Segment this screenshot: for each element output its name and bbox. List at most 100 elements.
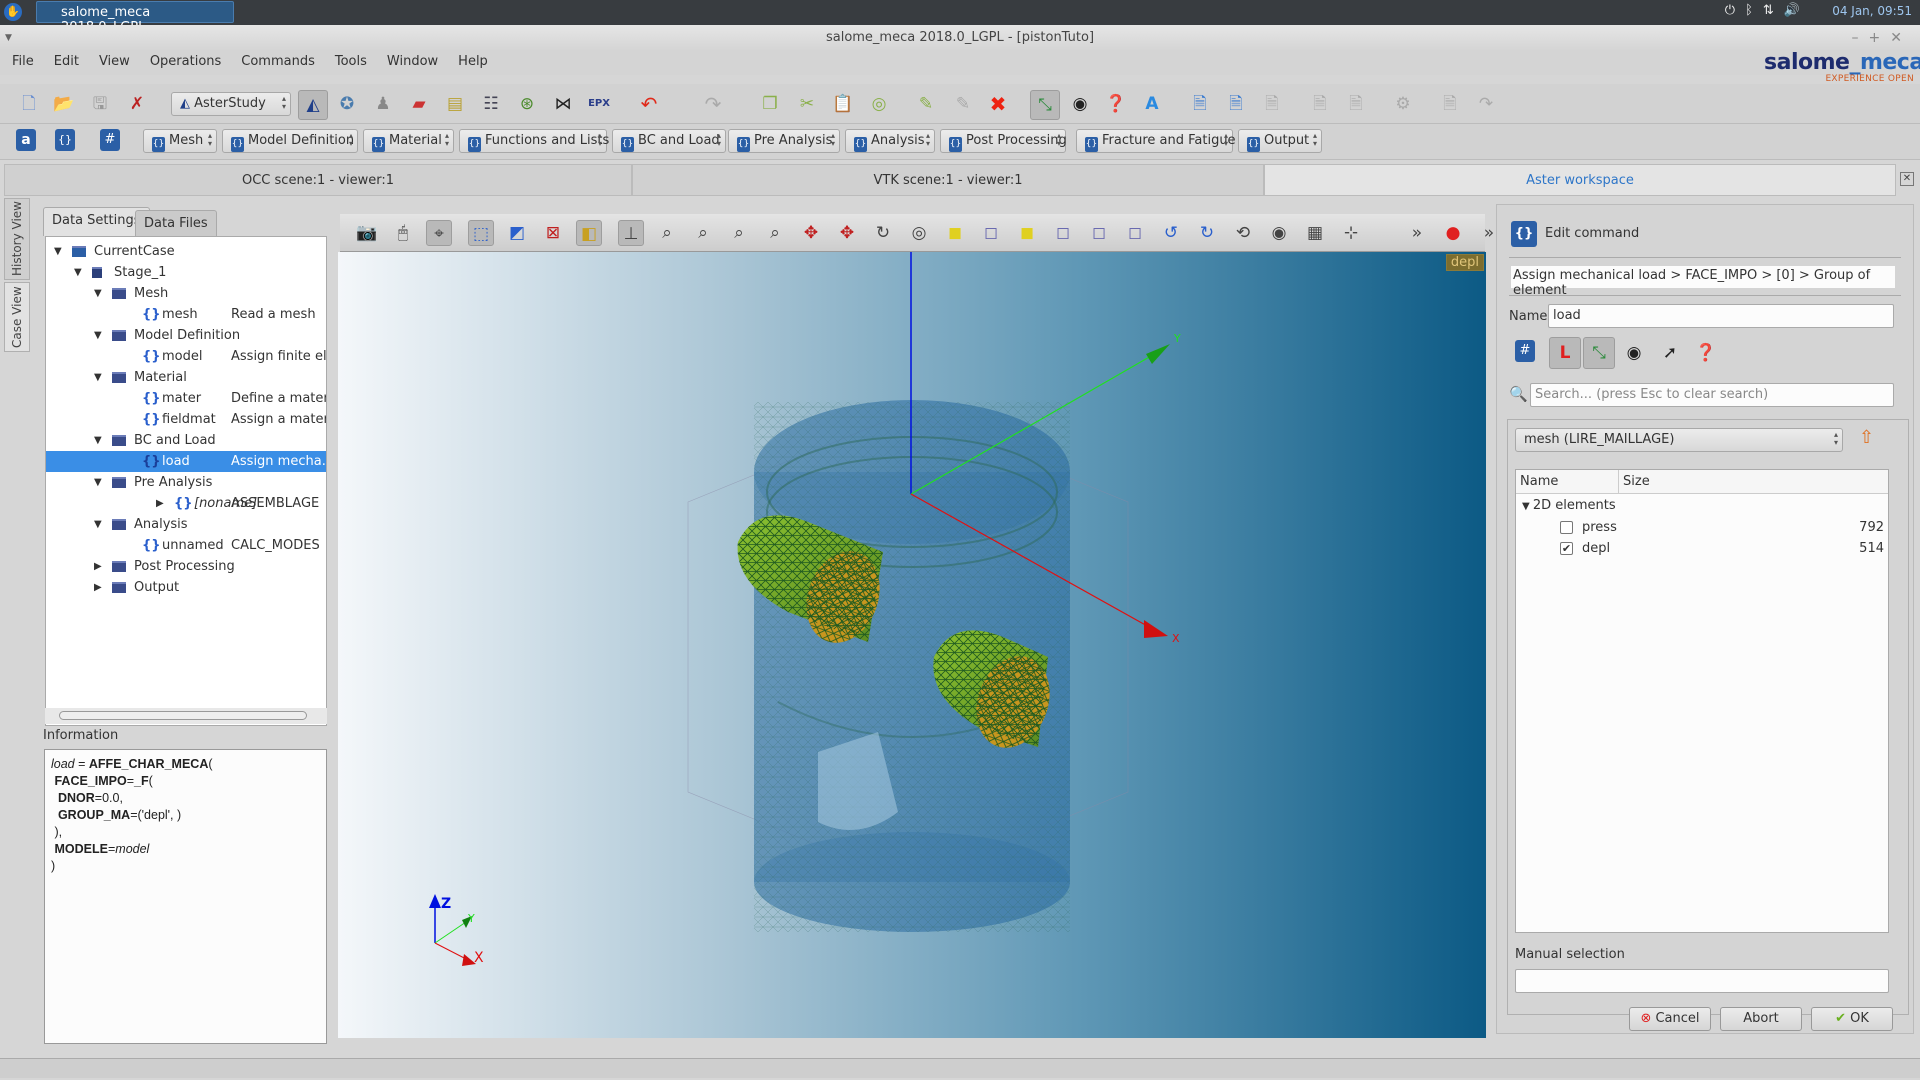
- group-checkbox-press[interactable]: [1560, 521, 1573, 534]
- volume-icon[interactable]: 🔊: [1784, 3, 1810, 18]
- highlight-icon[interactable]: ◧: [576, 220, 602, 246]
- select-rect-icon[interactable]: ⬚: [468, 220, 494, 246]
- expand-arrow-icon[interactable]: ▼: [94, 325, 102, 346]
- eye-icon[interactable]: ◉: [1067, 91, 1093, 117]
- abort-button[interactable]: Abort: [1720, 1007, 1802, 1031]
- taskbar-window-button[interactable]: salome_meca 2018.0_LGPL -...: [36, 1, 234, 35]
- rotate-cw-icon[interactable]: ↻: [1194, 220, 1220, 246]
- rotate-ccw-icon[interactable]: ↺: [1158, 220, 1184, 246]
- maximize-button[interactable]: +: [1869, 30, 1891, 46]
- eficas-icon[interactable]: ⊛: [514, 91, 540, 117]
- units-icon[interactable]: L: [1549, 337, 1581, 369]
- rename-icon[interactable]: ✎: [950, 91, 976, 117]
- run-icon[interactable]: ⚙: [1390, 91, 1416, 117]
- rotate-icon[interactable]: ↻: [870, 220, 896, 246]
- category-pre-analysis[interactable]: {} Pre Analysis ▴ ▾: [728, 129, 840, 153]
- fit-all-icon[interactable]: ⌕: [654, 220, 680, 246]
- copy-icon[interactable]: ❐: [757, 91, 783, 117]
- tab-aster-workspace[interactable]: Aster workspace: [1264, 164, 1896, 196]
- reset-view-icon[interactable]: ⟲: [1230, 220, 1256, 246]
- export-stage-icon[interactable]: 🗎: [1259, 91, 1285, 117]
- tab-occ-viewer[interactable]: OCC scene:1 - viewer:1: [4, 164, 632, 196]
- add-variable-icon[interactable]: a: [16, 129, 36, 151]
- front-view-icon[interactable]: ◼: [942, 220, 968, 246]
- tab-vtk-viewer[interactable]: VTK scene:1 - viewer:1: [632, 164, 1264, 196]
- more-icon[interactable]: »: [1404, 220, 1430, 246]
- delete-icon[interactable]: ✖: [985, 91, 1011, 117]
- epx-icon[interactable]: EPX: [586, 91, 612, 117]
- whats-this-icon[interactable]: ➚: [1657, 340, 1683, 366]
- expand-arrow-icon[interactable]: ▼: [94, 472, 102, 493]
- select-polygon-icon[interactable]: ◩: [504, 220, 530, 246]
- asterstudy-module-icon[interactable]: ◭: [298, 90, 328, 120]
- group-row[interactable]: ✔ depl 514: [1560, 540, 1884, 560]
- back-view-icon[interactable]: ◻: [978, 220, 1004, 246]
- add-comment-icon[interactable]: #: [100, 129, 120, 151]
- help-book-icon[interactable]: ❓: [1103, 91, 1129, 117]
- vtk-viewport[interactable]: Y X Z Y X depl: [338, 252, 1486, 1038]
- tree-item-material[interactable]: ▼ Material: [46, 367, 326, 388]
- import-stage-icon[interactable]: 🗎: [1223, 91, 1249, 117]
- tree-item-unnamed[interactable]: {} unnamed CALC_MODES: [46, 535, 326, 556]
- ok-button[interactable]: ✔ OK: [1811, 1007, 1893, 1031]
- category-material[interactable]: {} Material ▴ ▾: [363, 129, 454, 153]
- group-row[interactable]: press 792: [1560, 519, 1884, 539]
- category-functions-and-lists[interactable]: {} Functions and Lists ▴ ▾: [459, 129, 609, 153]
- collapse-arrow-icon[interactable]: ▶: [156, 493, 164, 514]
- case-tree[interactable]: ▼ CurrentCase ▼ Stage_1 ▼ Mesh{} mesh Read a me…: [45, 236, 327, 726]
- tree-item-stage-1[interactable]: ▼ Stage_1: [46, 262, 326, 283]
- bottom-view-icon[interactable]: ◻: [1050, 220, 1076, 246]
- column-size[interactable]: Size: [1618, 470, 1654, 494]
- category-fracture-and-fatigue[interactable]: {} Fracture and Fatigue ▴ ▾: [1076, 129, 1236, 153]
- close-window-button[interactable]: ✕: [1890, 30, 1912, 46]
- tree-item-mesh[interactable]: ▼ Mesh: [46, 283, 326, 304]
- smesh-icon[interactable]: ✪: [334, 91, 360, 117]
- edit-icon[interactable]: ✎: [913, 91, 939, 117]
- aster-text-icon[interactable]: A: [1139, 91, 1165, 117]
- menu-view[interactable]: View: [87, 51, 138, 69]
- tree-item-analysis[interactable]: ▼ Analysis: [46, 514, 326, 535]
- category-model-definition[interactable]: {} Model Definition ▴ ▾: [222, 129, 358, 153]
- menu-edit[interactable]: Edit: [42, 51, 87, 69]
- clipping-icon[interactable]: ⊹: [1338, 220, 1364, 246]
- homard-icon[interactable]: ⋈: [550, 91, 576, 117]
- export-icon[interactable]: 🗎: [1437, 91, 1463, 117]
- geom-icon[interactable]: ♟: [370, 91, 396, 117]
- fit-area-icon[interactable]: ⌕: [690, 220, 716, 246]
- duplicate-icon[interactable]: ◎: [866, 91, 892, 117]
- lod-icon[interactable]: ◉: [1266, 220, 1292, 246]
- group-checkbox-depl[interactable]: ✔: [1560, 542, 1573, 555]
- close-study-icon[interactable]: ✗: [124, 91, 150, 117]
- minimize-button[interactable]: –: [1852, 30, 1869, 46]
- expand-arrow-icon[interactable]: ▼: [94, 514, 102, 535]
- record-icon[interactable]: ●: [1440, 220, 1466, 246]
- power-plug-icon[interactable]: ⏻: [1725, 3, 1745, 18]
- show-in-viewer-icon[interactable]: ⤡: [1030, 90, 1060, 120]
- tree-item-mater[interactable]: {}mater Define a mater...: [46, 388, 326, 409]
- tree-item-post-processing[interactable]: ▶ Post Processing: [46, 556, 326, 577]
- save-icon[interactable]: 🖫: [87, 91, 113, 117]
- system-tray[interactable]: ⏻ᛒ⇅🔊: [1725, 3, 1810, 18]
- import-text-icon[interactable]: 🗎: [1307, 91, 1333, 117]
- category-mesh[interactable]: {} Mesh ▴ ▾: [143, 129, 217, 153]
- open-icon[interactable]: 📂: [51, 91, 77, 117]
- expand-arrow-icon[interactable]: ▼: [94, 430, 102, 451]
- import-mesh-icon[interactable]: ⇧: [1859, 427, 1874, 448]
- eye-icon[interactable]: ◉: [1621, 340, 1647, 366]
- menu-operations[interactable]: Operations: [138, 51, 229, 69]
- calculator-icon[interactable]: ▤: [442, 91, 468, 117]
- zoom-icon[interactable]: ⌕: [762, 220, 788, 246]
- expand-arrow-icon[interactable]: ▼: [94, 367, 102, 388]
- category-output[interactable]: {} Output ▴ ▾: [1238, 129, 1322, 153]
- manual-selection-input[interactable]: [1515, 969, 1889, 993]
- tree-item-load[interactable]: {} load Assign mecha...: [46, 451, 326, 472]
- right-view-icon[interactable]: ◻: [1122, 220, 1148, 246]
- zoom-at-point-icon[interactable]: ⌖: [426, 220, 452, 246]
- show-in-viewer-icon[interactable]: ⤡: [1583, 337, 1615, 369]
- help-book-icon[interactable]: ❓: [1693, 340, 1719, 366]
- tab-history-view[interactable]: History View: [4, 198, 30, 280]
- paravis-icon[interactable]: ▰: [406, 91, 432, 117]
- tree-item-output[interactable]: ▶ Output: [46, 577, 326, 598]
- name-input[interactable]: load: [1548, 304, 1894, 328]
- window-menu-icon[interactable]: ▼: [5, 25, 12, 51]
